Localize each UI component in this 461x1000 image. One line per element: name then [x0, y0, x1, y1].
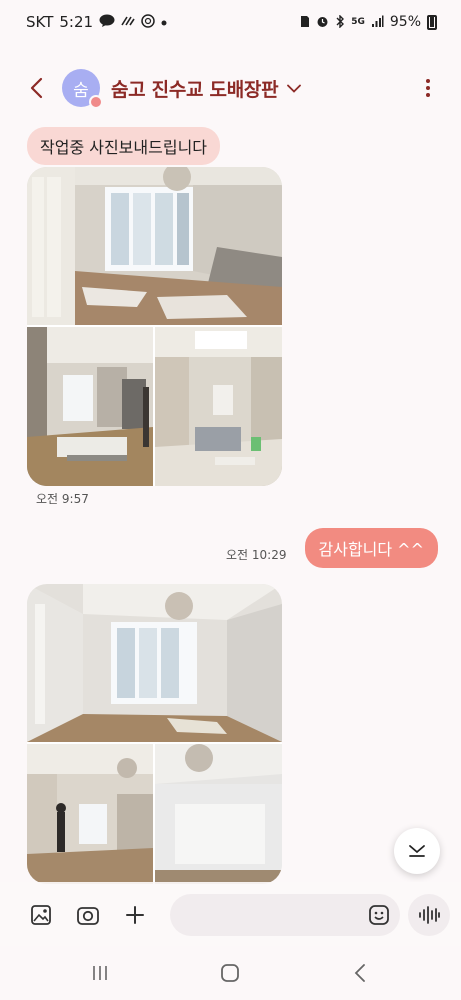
scroll-down-icon	[409, 845, 425, 857]
status-bar: SKT 5:21 5G 95%	[0, 0, 461, 44]
photo-thumbnail[interactable]	[27, 584, 282, 742]
photo-thumbnail[interactable]	[27, 167, 282, 325]
chevron-down-icon[interactable]	[286, 80, 302, 96]
avatar-badge	[89, 95, 103, 109]
nav-back-icon[interactable]	[348, 962, 372, 984]
battery-percent: 95%	[389, 14, 421, 30]
message-input[interactable]	[170, 894, 360, 936]
talk-notification-icon	[99, 14, 115, 30]
compose-bar	[0, 882, 461, 946]
sim-icon	[300, 15, 310, 30]
wifi-call-icon	[121, 15, 135, 29]
bluetooth-icon	[335, 13, 345, 30]
photo-thumbnail[interactable]	[155, 327, 282, 486]
nav-recents-icon[interactable]	[88, 962, 112, 984]
voice-wave-icon	[419, 906, 440, 924]
battery-icon	[427, 14, 437, 30]
incoming-message-bubble[interactable]: 작업중 사진보내드립니다	[27, 127, 221, 165]
signal-icon	[371, 15, 384, 30]
outgoing-message-bubble[interactable]: 감사합니다 ^^	[304, 528, 438, 568]
clock: 5:21	[59, 13, 94, 31]
message-field[interactable]	[170, 894, 400, 936]
system-nav-bar	[0, 946, 461, 1000]
photo-message-group[interactable]	[27, 167, 282, 486]
photo-thumbnail[interactable]	[155, 744, 282, 884]
more-vert-icon[interactable]	[425, 76, 431, 100]
gallery-icon[interactable]	[28, 902, 54, 928]
back-arrow-icon[interactable]	[24, 76, 48, 100]
scroll-down-button[interactable]	[394, 828, 440, 874]
message-timestamp: 오전 9:57	[36, 492, 89, 506]
plus-icon[interactable]	[122, 902, 148, 928]
avatar-initial: 숨	[73, 80, 89, 101]
settings-circle-icon	[141, 14, 155, 30]
dot-icon	[161, 16, 167, 28]
camera-icon[interactable]	[75, 902, 101, 928]
network-type-icon: 5G	[351, 16, 365, 27]
photo-thumbnail[interactable]	[27, 744, 153, 884]
carrier-label: SKT	[26, 13, 54, 31]
nav-home-icon[interactable]	[218, 962, 242, 984]
alarm-icon	[316, 15, 329, 30]
photo-message-group[interactable]	[27, 584, 282, 884]
message-timestamp: 오전 10:29	[226, 548, 287, 562]
photo-thumbnail[interactable]	[27, 327, 153, 486]
avatar[interactable]: 숨	[62, 69, 103, 109]
chat-header: 숨 숨고 진수교 도배장판	[0, 62, 461, 114]
voice-record-button[interactable]	[408, 894, 450, 936]
emoji-icon[interactable]	[366, 902, 392, 928]
conversation-title[interactable]: 숨고 진수교 도배장판	[111, 75, 279, 102]
